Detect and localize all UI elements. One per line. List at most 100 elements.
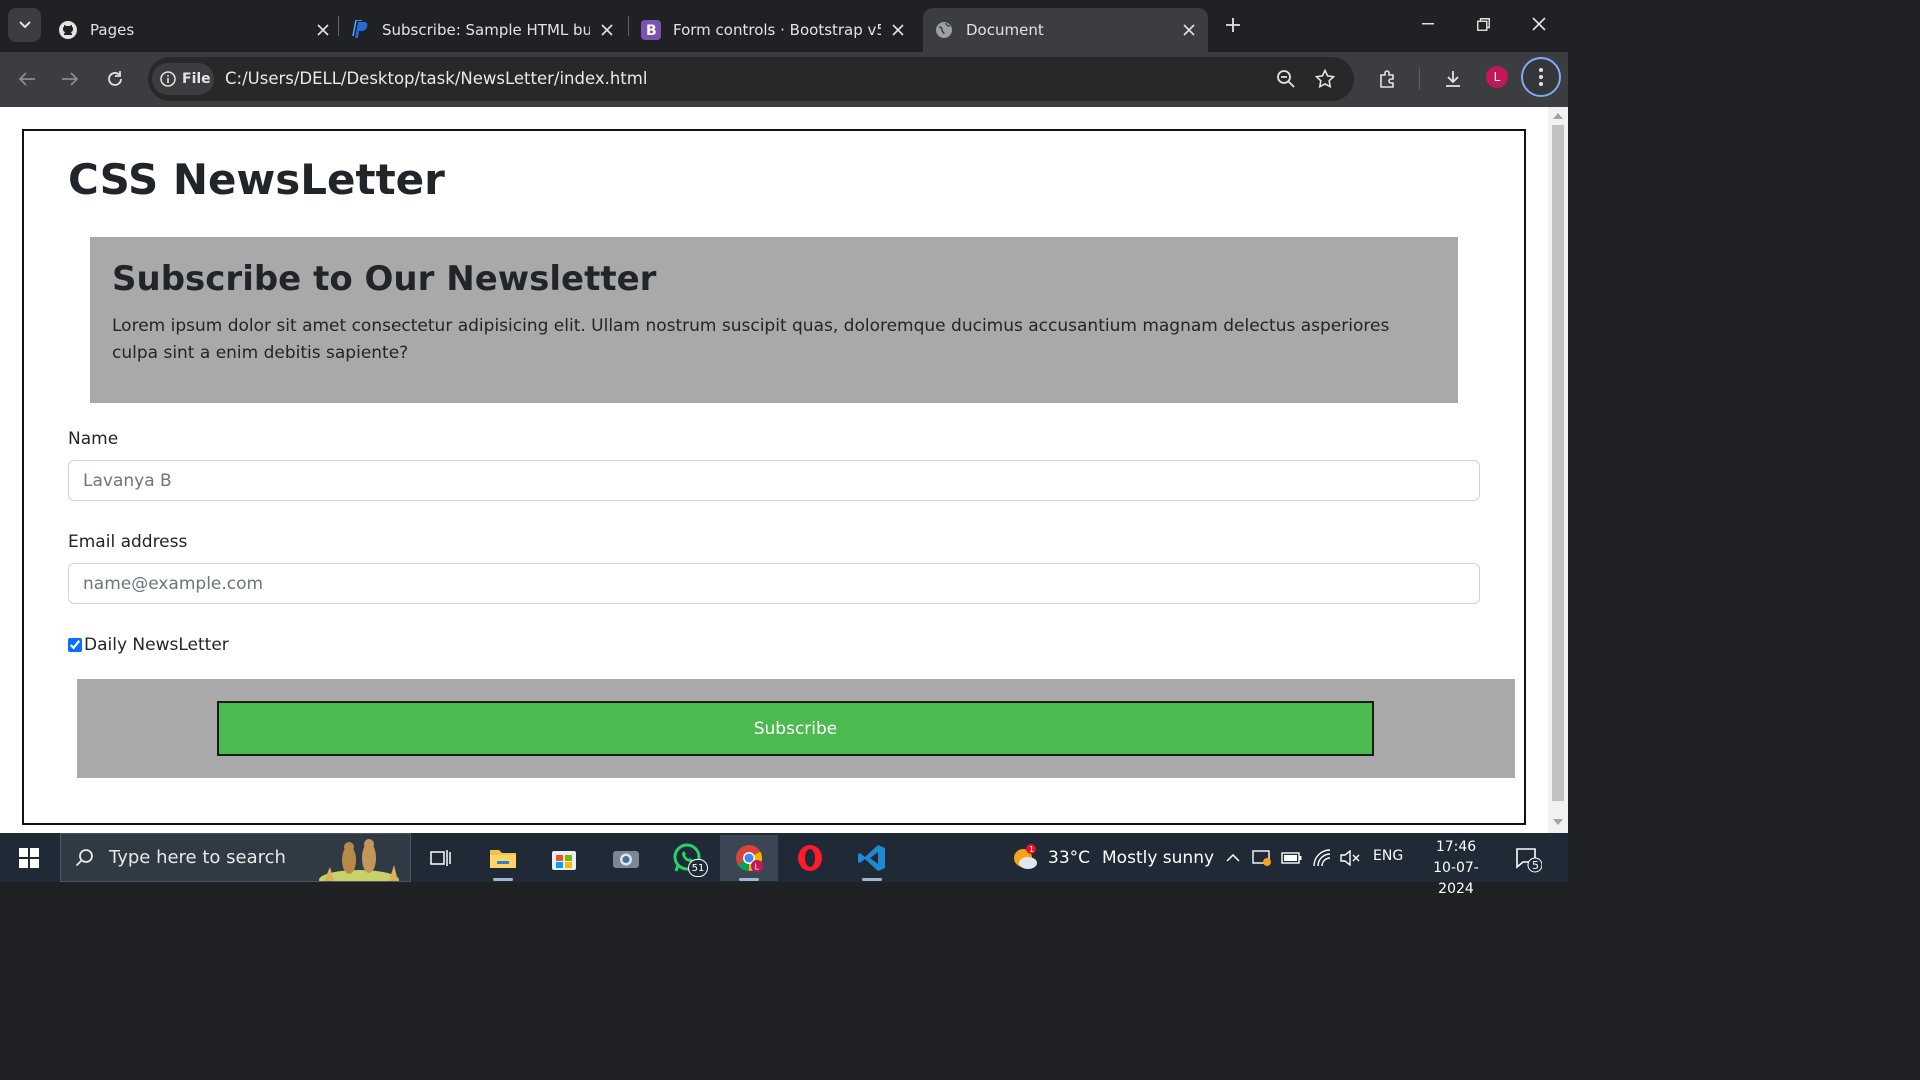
- language-indicator[interactable]: ENG: [1373, 848, 1403, 864]
- subscribe-button[interactable]: Subscribe: [217, 701, 1374, 756]
- clock-date: 10-07-2024: [1433, 860, 1479, 897]
- page-viewport: CSS NewsLetter Subscribe to Our Newslett…: [0, 107, 1568, 833]
- profile-avatar[interactable]: L: [1486, 66, 1508, 88]
- screen: Pages Subscribe: Sample HTML butto B For…: [0, 0, 1568, 897]
- weather-text: Mostly sunny: [1102, 847, 1215, 868]
- svg-text:B: B: [646, 23, 657, 39]
- task-view-button[interactable]: [412, 835, 470, 881]
- email-label: Email address: [68, 532, 188, 552]
- reload-button[interactable]: [100, 64, 130, 94]
- search-placeholder: Type here to search: [109, 847, 286, 868]
- toolbar-divider: [1419, 68, 1420, 90]
- tab-search-button[interactable]: [8, 8, 41, 42]
- zoom-button[interactable]: [1274, 67, 1298, 91]
- email-input[interactable]: [68, 563, 1480, 604]
- back-button[interactable]: [12, 64, 42, 94]
- weather-sun-cloud-icon: 1: [1014, 843, 1037, 869]
- notification-icon: 5: [1516, 848, 1543, 873]
- folder-icon: [490, 850, 516, 868]
- site-info-chip[interactable]: File: [152, 63, 214, 95]
- tab-title: Form controls · Bootstrap v5.0: [673, 21, 881, 39]
- downloads-button[interactable]: [1438, 64, 1468, 94]
- svg-text:1: 1: [1029, 845, 1034, 854]
- volume-tray-icon[interactable]: [1338, 846, 1362, 870]
- banner-description: Lorem ipsum dolor sit amet consectetur a…: [112, 316, 1390, 363]
- device-tray-icon[interactable]: [1250, 846, 1274, 870]
- daily-newsletter-label[interactable]: Daily NewsLetter: [84, 635, 229, 655]
- task-view-icon: [430, 850, 451, 866]
- close-icon[interactable]: [314, 21, 332, 39]
- github-icon: [58, 20, 78, 40]
- page-title: CSS NewsLetter: [68, 155, 445, 204]
- vscode-button[interactable]: [843, 835, 901, 881]
- minimize-button[interactable]: [1408, 8, 1448, 40]
- url-text[interactable]: C:/Users/DELL/Desktop/task/NewsLetter/in…: [225, 69, 647, 88]
- daily-newsletter-option: Daily NewsLetter: [68, 635, 229, 655]
- daily-newsletter-checkbox[interactable]: [68, 638, 82, 652]
- name-input[interactable]: [68, 460, 1480, 501]
- arrow-left-icon: [18, 72, 35, 86]
- restore-icon: [1476, 17, 1490, 31]
- tab-document[interactable]: Document: [923, 8, 1208, 52]
- running-indicator: [739, 878, 759, 881]
- weather-widget[interactable]: 1 33°C Mostly sunny: [1010, 833, 1214, 882]
- camera-button[interactable]: [597, 835, 655, 881]
- network-tray-icon[interactable]: [1310, 846, 1334, 870]
- bookmark-button[interactable]: [1313, 67, 1337, 91]
- store-icon: [552, 851, 576, 870]
- name-label: Name: [68, 429, 119, 449]
- plus-icon: [1226, 18, 1240, 32]
- scrollbar-thumb[interactable]: [1552, 125, 1564, 801]
- show-hidden-icons-button[interactable]: [1221, 846, 1245, 870]
- wifi-icon: [1313, 849, 1331, 867]
- extensions-button[interactable]: [1373, 64, 1403, 94]
- address-bar[interactable]: File C:/Users/DELL/Desktop/task/NewsLett…: [148, 57, 1354, 101]
- banner-heading: Subscribe to Our Newsletter: [112, 259, 657, 299]
- puzzle-icon: [1380, 70, 1394, 88]
- running-indicator: [862, 878, 882, 881]
- newsletter-banner: Subscribe to Our Newsletter Lorem ipsum …: [90, 237, 1458, 403]
- close-icon[interactable]: [598, 21, 616, 39]
- browser-menu-button[interactable]: [1521, 57, 1561, 97]
- action-center-button[interactable]: 5: [1514, 845, 1543, 873]
- reload-icon: [108, 71, 122, 86]
- start-button[interactable]: [0, 833, 58, 882]
- minimize-icon: [1422, 23, 1434, 25]
- battery-icon: [1281, 852, 1302, 864]
- newsletter-container: CSS NewsLetter Subscribe to Our Newslett…: [22, 129, 1526, 825]
- scroll-up-arrow-icon[interactable]: [1553, 113, 1563, 119]
- tab-bootstrap[interactable]: B Form controls · Bootstrap v5.0: [641, 8, 907, 52]
- tab-paypal[interactable]: Subscribe: Sample HTML butto: [350, 8, 616, 52]
- whatsapp-button[interactable]: 51: [658, 835, 716, 881]
- meerkat-illustration-icon: [319, 839, 399, 881]
- page-scrollbar[interactable]: [1548, 107, 1568, 833]
- restore-button[interactable]: [1463, 8, 1503, 40]
- close-icon[interactable]: [1180, 21, 1198, 39]
- chip-label: File: [182, 71, 211, 87]
- microsoft-store-button[interactable]: [535, 835, 593, 881]
- taskbar-search-box[interactable]: Type here to search: [60, 833, 411, 882]
- devices-icon: [1252, 850, 1271, 866]
- tab-divider: [628, 16, 629, 36]
- chrome-icon: L: [736, 845, 763, 872]
- window-close-button[interactable]: [1519, 8, 1559, 40]
- scroll-down-arrow-icon[interactable]: [1553, 819, 1563, 825]
- close-icon[interactable]: [889, 21, 907, 39]
- chrome-button[interactable]: L: [720, 835, 778, 881]
- forward-button[interactable]: [55, 64, 85, 94]
- file-explorer-button[interactable]: [474, 835, 532, 881]
- new-tab-button[interactable]: [1220, 12, 1246, 38]
- opera-button[interactable]: [781, 835, 839, 881]
- running-indicator: [493, 878, 513, 881]
- tab-pages[interactable]: Pages: [56, 8, 332, 52]
- close-icon: [1532, 17, 1546, 31]
- whatsapp-badge: 51: [688, 859, 708, 877]
- star-icon: [1315, 69, 1335, 89]
- windows-logo-icon: [19, 847, 39, 868]
- svg-text:L: L: [755, 863, 760, 872]
- battery-tray-icon[interactable]: [1280, 846, 1304, 870]
- chevron-down-icon: [18, 21, 31, 29]
- tab-title: Document: [966, 21, 1044, 39]
- system-clock[interactable]: 17:46 10-07-2024: [1418, 837, 1494, 900]
- tab-title: Subscribe: Sample HTML butto: [382, 21, 590, 39]
